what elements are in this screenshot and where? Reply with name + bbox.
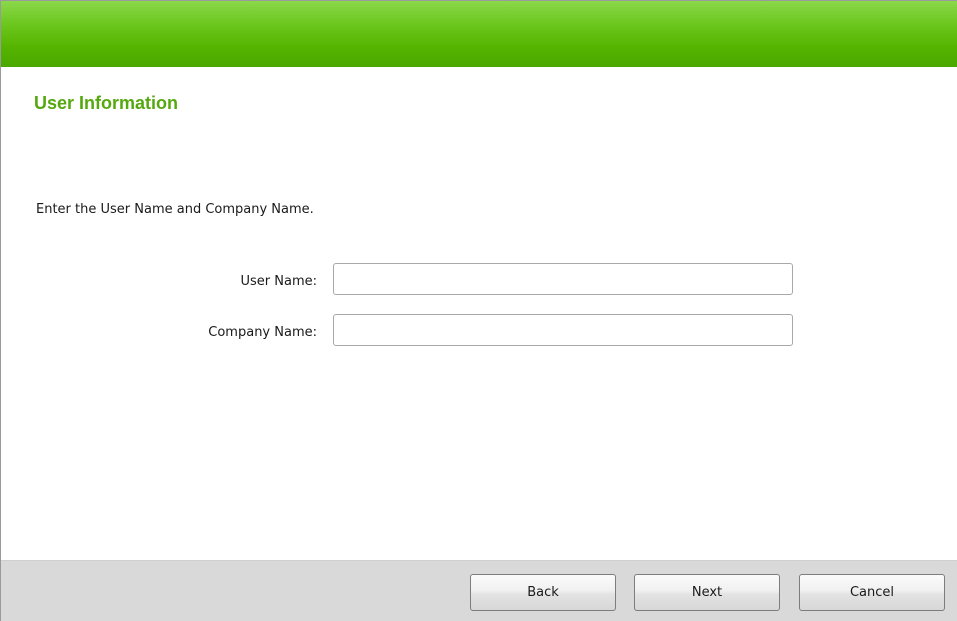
user-name-label: User Name:: [240, 274, 318, 289]
back-button[interactable]: Back: [470, 574, 616, 611]
company-name-input[interactable]: [333, 314, 793, 346]
company-name-label: Company Name:: [208, 325, 317, 340]
header-banner: [1, 1, 957, 67]
page-title: User Information: [34, 93, 179, 113]
next-button[interactable]: Next: [634, 574, 780, 611]
user-name-input[interactable]: [333, 263, 793, 295]
installer-window: User Information Enter the User Name and…: [0, 0, 957, 621]
instruction-text: Enter the User Name and Company Name.: [36, 202, 314, 217]
cancel-button[interactable]: Cancel: [799, 574, 945, 611]
